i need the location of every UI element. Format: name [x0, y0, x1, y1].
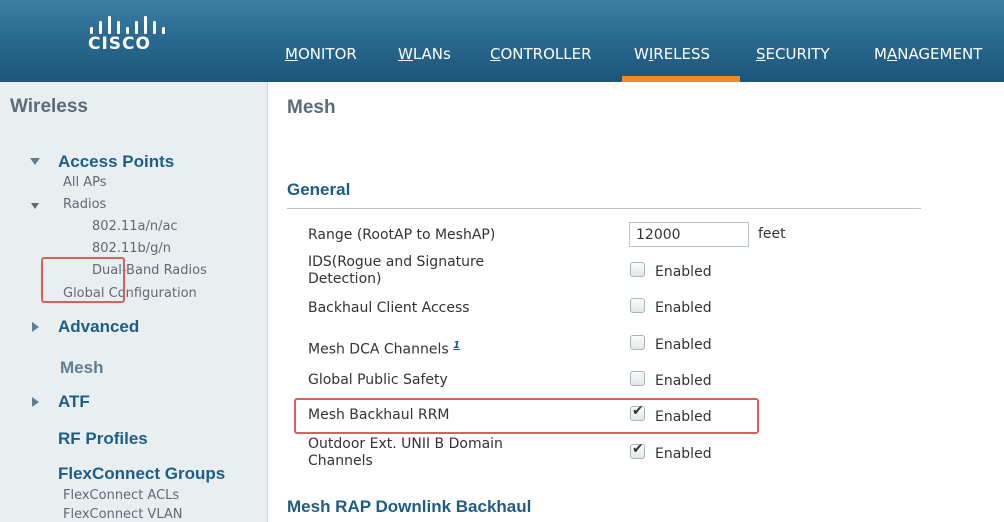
backhaul-client-access-label: Backhaul Client Access [308, 300, 470, 316]
outdoor-unii-b-label-line2: Channels [308, 453, 373, 469]
sidebar-item-rf-profiles[interactable]: RF Profiles [58, 429, 148, 449]
nav-management[interactable]: MANAGEMENT [874, 45, 982, 63]
mesh-dca-channels-label: Mesh DCA Channels 1 [308, 340, 461, 358]
sidebar-item-all-aps[interactable]: All APs [63, 175, 107, 190]
footnote-1-link[interactable]: 1 [453, 340, 460, 351]
sidebar-item-advanced[interactable]: Advanced [58, 317, 139, 337]
triangle-right-icon[interactable] [32, 322, 39, 332]
sidebar-item-flexconnect-groups[interactable]: FlexConnect Groups [58, 464, 225, 484]
section-title-mesh-rap-downlink-backhaul: Mesh RAP Downlink Backhaul [287, 497, 532, 516]
ids-enabled-label: Enabled [655, 264, 712, 280]
cisco-logo-bars-icon [90, 16, 180, 34]
ids-label-line1: IDS(Rogue and Signature [308, 254, 485, 270]
page-title: Mesh [287, 97, 336, 118]
sidebar-item-radio-80211anac[interactable]: 802.11a/n/ac [92, 219, 178, 234]
sidebar-title: Wireless [10, 96, 88, 117]
mesh-dca-channels-enabled-label: Enabled [655, 337, 712, 353]
range-label: Range (RootAP to MeshAP) [308, 227, 496, 243]
mesh-backhaul-rrm-label: Mesh Backhaul RRM [308, 407, 450, 423]
nav-monitor[interactable]: MONITOR [285, 45, 357, 63]
outdoor-unii-b-enabled-label: Enabled [655, 446, 712, 462]
cisco-logo-text: CISCO [88, 34, 151, 54]
cisco-logo[interactable]: CISCO [88, 12, 188, 64]
nav-active-indicator [622, 76, 740, 82]
highlight-box-mesh [41, 257, 125, 303]
ids-label-line2: Detection) [308, 271, 382, 287]
range-input[interactable] [629, 222, 749, 247]
sidebar: Wireless Access Points All APs Radios 80… [0, 82, 268, 522]
backhaul-client-access-checkbox[interactable] [630, 298, 645, 313]
checkmark-icon: ✔ [632, 441, 644, 457]
outdoor-unii-b-checkbox[interactable]: ✔ [630, 441, 645, 459]
sidebar-item-radio-80211bgn[interactable]: 802.11b/g/n [92, 241, 171, 256]
section-title-general: General [287, 180, 351, 199]
sidebar-item-mesh[interactable]: Mesh [60, 358, 103, 378]
range-unit: feet [758, 226, 786, 242]
nav-wireless[interactable]: WIRELESS [634, 45, 710, 63]
mesh-dca-channels-checkbox[interactable] [630, 335, 645, 350]
triangle-down-icon[interactable] [31, 203, 39, 209]
nav-wlans[interactable]: WLANs [398, 45, 451, 63]
section-divider [287, 208, 921, 209]
outdoor-unii-b-label: Outdoor Ext. UNII B Domain Channels [308, 436, 593, 470]
outdoor-unii-b-label-line1: Outdoor Ext. UNII B Domain [308, 436, 503, 452]
mesh-backhaul-rrm-enabled-label: Enabled [655, 409, 712, 425]
sidebar-item-flexconnect-vlan[interactable]: FlexConnect VLAN [63, 507, 183, 522]
global-public-safety-checkbox[interactable] [630, 371, 645, 386]
triangle-down-icon[interactable] [30, 158, 40, 165]
sidebar-item-flexconnect-acls[interactable]: FlexConnect ACLs [63, 488, 179, 503]
mesh-backhaul-rrm-checkbox[interactable]: ✔ [630, 403, 645, 421]
global-public-safety-label: Global Public Safety [308, 372, 448, 388]
triangle-right-icon[interactable] [32, 397, 39, 407]
global-public-safety-enabled-label: Enabled [655, 373, 712, 389]
top-navigation-bar: CISCO MONITOR WLANs CONTROLLER WIRELESS … [0, 0, 1004, 82]
nav-security[interactable]: SECURITY [756, 45, 830, 63]
backhaul-client-access-enabled-label: Enabled [655, 300, 712, 316]
checkmark-icon: ✔ [632, 403, 644, 419]
ids-checkbox[interactable] [630, 262, 645, 277]
nav-controller[interactable]: CONTROLLER [490, 45, 592, 63]
sidebar-item-radios[interactable]: Radios [63, 197, 106, 212]
sidebar-item-atf[interactable]: ATF [58, 392, 90, 412]
ids-label: IDS(Rogue and Signature Detection) [308, 254, 593, 288]
sidebar-item-access-points[interactable]: Access Points [58, 152, 174, 172]
